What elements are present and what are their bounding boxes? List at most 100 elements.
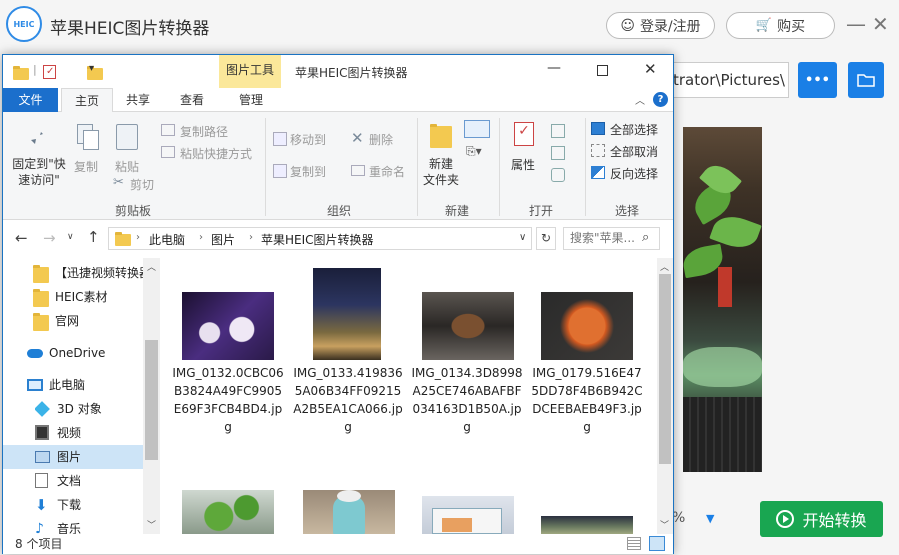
nav-item-videos[interactable]: 视频 [35,421,160,445]
tab-view[interactable]: 查看 [171,88,213,112]
user-icon: ☺ [620,17,635,34]
file-name[interactable]: IMG_0134.3D8998A25CE746ABAFBF034163D1B50… [411,364,523,436]
copy-to-icon [273,164,287,178]
select-none-icon [591,144,605,157]
open-folder-button[interactable] [848,62,884,98]
thumbnail-file-3[interactable] [422,292,514,360]
copy-path-button[interactable]: 复制路径 [161,122,251,140]
breadcrumb-pictures[interactable]: 图片 [211,231,235,248]
thumbnail-file-6[interactable] [303,490,395,534]
open-icon[interactable] [551,124,565,138]
thumbnail-file-7[interactable] [422,496,514,534]
nav-item-heic[interactable]: HEIC素材 [33,285,160,309]
new-folder-button[interactable]: 新建 文件夹 [421,118,461,192]
title-bar: | ✓ ▾ 图片工具 苹果HEIC图片转换器 — ✕ [3,55,673,88]
select-none-button[interactable]: 全部取消 [591,142,669,160]
ribbon-tabs: 文件 主页 共享 查看 管理 ︿ ? [3,88,673,113]
breadcrumb-this-pc[interactable]: 此电脑 [149,231,185,248]
history-icon[interactable] [551,168,565,182]
thumbnail-file-4[interactable] [541,292,633,360]
properties-button[interactable]: ✓ 属性 [505,120,545,180]
refresh-icon[interactable]: ↻ [536,227,556,250]
tab-file[interactable]: 文件 [3,88,58,112]
nav-item-pictures[interactable]: 图片 [3,445,143,469]
invert-selection-button[interactable]: 反向选择 [591,164,669,182]
app-logo: HEIC [6,6,42,42]
start-convert-button[interactable]: 开始转换 [760,501,883,537]
more-button[interactable]: ••• [798,62,837,98]
maximize-button[interactable] [597,65,608,76]
file-view-scrollbar[interactable]: ︿ ﹀ [657,258,673,534]
easy-access-icon[interactable]: ⎘▾ [466,144,482,159]
address-bar[interactable]: › 此电脑 › 图片 › 苹果HEIC图片转换器 ∨ [108,227,532,250]
cloud-icon [27,349,43,358]
scroll-down-icon[interactable]: ﹀ [147,518,156,531]
breadcrumb-current[interactable]: 苹果HEIC图片转换器 [261,231,374,248]
thumbnail-file-8[interactable] [541,516,633,534]
cube-icon [35,401,50,417]
music-icon: ♪ [35,521,44,534]
select-all-button[interactable]: 全部选择 [591,120,669,138]
chevron-down-icon[interactable]: ▼ [706,512,714,525]
up-arrow-icon[interactable]: ↑ [87,228,100,246]
file-name[interactable]: IMG_0179.516E475DD78F4B6B942CDCEEBAEB49F… [531,364,643,436]
copy-to-button[interactable]: 复制到 [271,162,343,182]
nav-item-music[interactable]: ♪ 音乐 [35,517,160,534]
scroll-up-icon[interactable]: ︿ [147,260,156,273]
details-view-icon[interactable] [627,537,641,550]
quick-access-toolbar[interactable]: | [33,63,37,76]
rename-button[interactable]: 重命名 [349,162,415,182]
scroll-down-icon[interactable]: ﹀ [660,518,669,531]
nav-item-website[interactable]: 官网 [33,309,160,333]
thumbnail-file-2[interactable] [313,268,381,360]
pin-button[interactable]: 固定到"快 速访问" [9,118,66,190]
file-name[interactable]: IMG_0132.0CBC06B3824A49FC9905E69F3FCB4BD… [172,364,284,436]
large-icons-view-icon[interactable] [649,536,665,551]
cut-button[interactable]: ✂ 剪切 [111,175,161,193]
minimize-button[interactable]: — [547,60,561,76]
back-arrow-icon[interactable]: ← [15,229,28,247]
app-minimize-button[interactable]: — [846,14,866,34]
forward-arrow-icon[interactable]: → [43,229,56,247]
copy-button[interactable]: 复制 [71,118,105,178]
paste-button[interactable]: 粘贴 [109,118,145,178]
search-icon[interactable]: ⌕ [642,230,649,245]
nav-item-3d-objects[interactable]: 3D 对象 [35,397,160,421]
output-path-field[interactable]: trator\Pictures\ [660,62,789,98]
paste-shortcut-button[interactable]: 粘贴快捷方式 [161,144,261,162]
folder-icon [33,289,49,307]
picture-icon [35,451,50,463]
scroll-up-icon[interactable]: ︿ [660,260,669,273]
file-view-scrollbar-thumb[interactable] [659,274,671,464]
app-close-button[interactable]: ✕ [872,14,889,34]
new-folder-icon [430,124,452,148]
buy-button[interactable]: 🛒 购买 [726,12,835,39]
tab-home[interactable]: 主页 [61,88,113,113]
nav-item-documents[interactable]: 文档 [35,469,160,493]
login-button[interactable]: ☺ 登录/注册 [606,12,715,39]
help-icon[interactable]: ? [653,92,668,107]
recent-chevron-icon[interactable]: ∨ [67,232,74,242]
nav-item-this-pc[interactable]: 此电脑 [27,373,160,397]
nav-item-xunjie[interactable]: 【迅捷视频转换器 [33,261,160,285]
download-icon: ⬇ [35,496,48,514]
invert-selection-icon [591,166,605,179]
thumbnail-file-1[interactable] [182,292,274,360]
nav-item-downloads[interactable]: ⬇ 下载 [35,493,160,517]
nav-scrollbar-thumb[interactable] [145,340,158,460]
delete-button[interactable]: ✕ 删除 [349,129,411,150]
tab-share[interactable]: 共享 [117,88,159,112]
new-item-icon[interactable] [464,120,490,138]
nav-item-onedrive[interactable]: OneDrive [27,341,160,365]
address-dropdown-icon[interactable]: ∨ [519,232,526,243]
collapse-ribbon-icon[interactable]: ︿ [635,92,645,107]
move-to-button[interactable]: 移动到 [271,130,343,150]
edit-icon[interactable] [551,146,565,160]
properties-icon[interactable]: ✓ [43,65,56,79]
thumbnail-file-5[interactable] [182,490,274,534]
close-button[interactable]: ✕ [644,60,657,78]
file-name[interactable]: IMG_0133.4198365A06B34FF09215A2B5EA1CA06… [292,364,404,436]
customize-toolbar-icon[interactable]: ▾ [89,63,94,74]
nav-scrollbar[interactable]: ︿ ﹀ [143,258,160,534]
tab-manage[interactable]: 管理 [223,88,279,112]
